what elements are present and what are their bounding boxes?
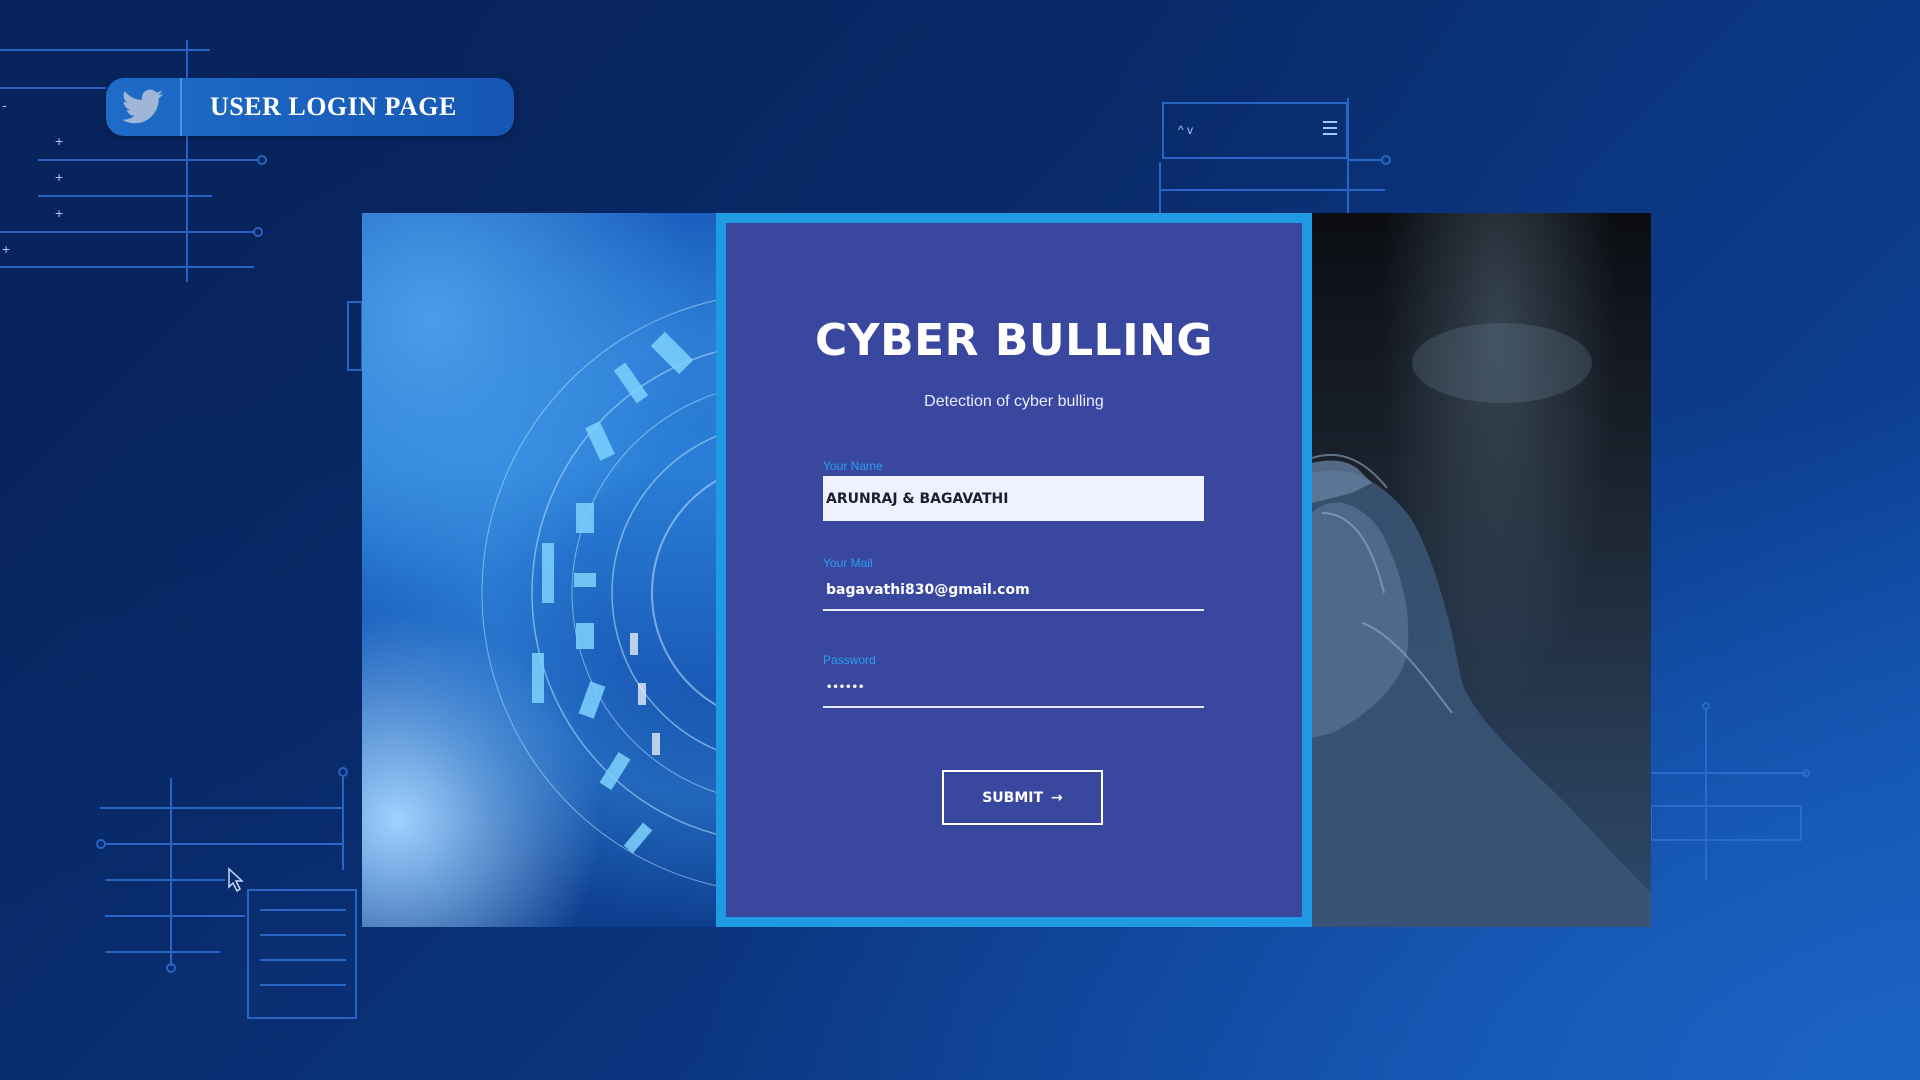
plus-marker: + xyxy=(2,241,10,257)
twitter-bird-icon xyxy=(106,78,182,136)
stage: + + + + - ^ v USER LOGIN PAGE CYBER BULL… xyxy=(0,0,1920,1080)
password-input[interactable] xyxy=(823,668,1204,708)
name-input[interactable] xyxy=(823,476,1204,521)
password-field-label: Password xyxy=(823,653,876,667)
tech-lens-image xyxy=(362,213,716,927)
submit-label: SUBMIT xyxy=(982,789,1044,806)
plus-marker: + xyxy=(55,169,63,185)
plus-marker: + xyxy=(55,133,63,149)
app-title: CYBER BULLING xyxy=(814,315,1214,366)
sort-arrows-icon: ^ v xyxy=(1178,123,1193,137)
submit-button[interactable]: SUBMIT → xyxy=(942,770,1103,825)
hand-touch-image xyxy=(1312,213,1651,927)
page-title: USER LOGIN PAGE xyxy=(210,92,457,121)
menu-icon xyxy=(1323,121,1337,135)
arrow-right-icon: → xyxy=(1051,789,1063,806)
app-subtitle: Detection of cyber bulling xyxy=(924,393,1104,410)
minus-marker: - xyxy=(2,97,7,113)
page-header-badge: USER LOGIN PAGE xyxy=(106,78,514,136)
plus-marker: + xyxy=(55,205,63,221)
cursor-icon xyxy=(228,867,244,893)
email-input[interactable] xyxy=(823,571,1204,611)
mail-field-label: Your Mail xyxy=(823,556,873,570)
login-form-card: CYBER BULLING Detection of cyber bulling… xyxy=(716,213,1312,927)
name-field-label: Your Name xyxy=(823,459,883,473)
